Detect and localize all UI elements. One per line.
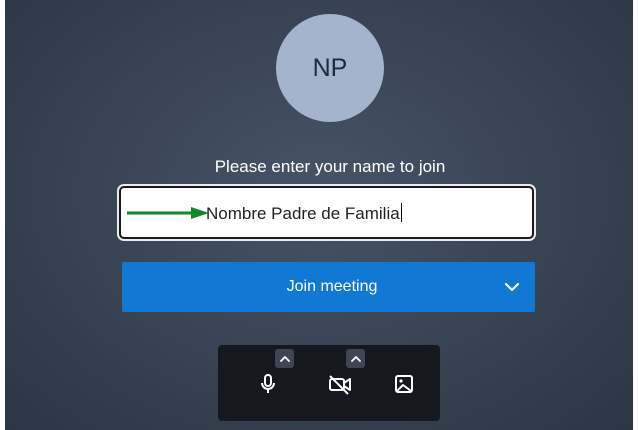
text-cursor xyxy=(400,203,402,222)
device-toolbar xyxy=(218,345,440,421)
camera-off-icon xyxy=(327,372,353,401)
join-meeting-button[interactable]: Join meeting xyxy=(122,262,535,312)
background-image-icon xyxy=(392,372,416,401)
avatar: NP xyxy=(276,14,384,122)
background-toggle[interactable] xyxy=(376,345,432,421)
camera-options-button[interactable] xyxy=(346,349,365,368)
chevron-up-icon xyxy=(279,355,290,362)
green-arrow-icon xyxy=(125,206,211,225)
chevron-down-icon[interactable] xyxy=(504,280,520,298)
microphone-toggle[interactable] xyxy=(240,345,296,421)
camera-toggle[interactable] xyxy=(324,345,380,421)
display-name-input[interactable]: Nombre Padre de Familia xyxy=(119,186,534,239)
display-name-value: Nombre Padre de Familia xyxy=(206,203,402,223)
microphone-options-button[interactable] xyxy=(275,349,294,368)
chevron-up-icon xyxy=(350,355,361,362)
avatar-initials: NP xyxy=(312,53,348,82)
prejoin-screen: NP Please enter your name to join Nombre… xyxy=(5,0,633,430)
join-meeting-label: Join meeting xyxy=(286,278,378,295)
microphone-icon xyxy=(256,372,280,401)
join-prompt: Please enter your name to join xyxy=(214,157,446,176)
